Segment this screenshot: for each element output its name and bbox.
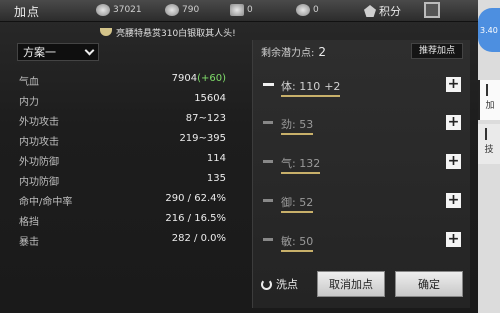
arrow-icon [486,84,494,96]
recommend-button[interactable]: 推荐加点 [411,43,463,59]
attr-value: 52 [299,196,314,209]
stat-row-hp: 气血 7904(+60) [19,73,226,88]
minus-button[interactable] [263,199,273,202]
plus-button[interactable]: + [446,193,461,208]
stat-row-outer-attack: 外功攻击 87~123 [19,113,226,128]
attr-row-qi: 气: 132 + [259,153,465,175]
minus-button[interactable] [263,121,273,124]
page-title: 加点 [14,5,41,19]
stat-row-block: 格挡 216 / 16.5% [19,213,226,228]
attr-row-min: 敏: 50 + [259,231,465,253]
silver-icon [165,4,179,16]
attr-value: 53 [299,118,314,131]
attr-value: 50 [299,235,314,248]
scheme-select[interactable]: 方案一 [17,43,99,61]
attr-name: 气 [281,157,292,170]
minus-button[interactable] [263,83,274,86]
attr-value: 132 [299,157,321,170]
stat-row-crit: 暴击 282 / 0.0% [19,233,226,248]
stat-row-inner-defense: 内功防御 135 [19,173,226,188]
currency-ingot: 0 [296,4,319,16]
tab-add[interactable]: 加 [478,80,500,120]
attr-name: 敏 [281,235,292,248]
plus-button[interactable]: + [446,232,461,247]
bounty-notice: 亮腰特悬赏310白银取其人头! [100,25,250,39]
remaining-points-value: 2 [318,45,327,59]
game-window: 加点 37021 790 0 0 积分 亮腰特悬赏310白银取其人头! 方案一 [0,0,500,313]
stats-panel: 气血 7904(+60) 内力 15604 外功攻击 87~123 内功攻击 2… [16,64,238,310]
currency-token: 0 [230,4,253,16]
attr-name: 御 [281,196,292,209]
points-panel: 剩余潜力点: 2 推荐加点 体: 110 +2 + 劲: 53 + 气: 132 +… [252,40,470,308]
stat-row-inner-attack: 内功攻击 219~395 [19,133,226,148]
attr-row-yu: 御: 52 + [259,192,465,214]
currency-silver: 790 [165,4,199,16]
skill-icon [485,128,493,140]
attr-name: 体 [281,80,292,93]
side-top-badge[interactable]: 3.40 [478,8,500,52]
plus-button[interactable]: + [446,115,461,130]
minus-button[interactable] [263,160,273,163]
currency-bar: 加点 37021 790 0 0 积分 [0,0,478,22]
chevron-down-icon [84,45,95,55]
ingot-icon [296,4,310,16]
action-bar: 洗点 取消加点 确定 [253,270,471,300]
plus-button[interactable]: + [446,154,461,169]
stat-row-mp: 内力 15604 [19,93,226,108]
attr-row-ti: 体: 110 +2 + [259,76,465,98]
remaining-points: 剩余潜力点: 2 [261,45,327,59]
plus-button[interactable]: + [446,77,461,92]
stat-row-hit: 命中/命中率 290 / 62.4% [19,193,226,208]
shield-icon [364,5,376,17]
currency-coin: 37021 [96,4,142,16]
refresh-icon [261,278,272,290]
stat-row-outer-defense: 外功防御 114 [19,153,226,168]
tab-skill[interactable]: 技 [478,124,500,164]
stat-bonus: (+60) [197,73,226,84]
moon-icon [100,28,112,36]
token-icon [230,4,244,16]
attr-row-jin: 劲: 53 + [259,114,465,136]
attr-bonus: +2 [324,80,341,93]
cancel-points-button[interactable]: 取消加点 [317,271,385,297]
confirm-button[interactable]: 确定 [395,271,463,297]
attr-value: 110 [299,80,321,93]
coin-icon [96,4,110,16]
minus-button[interactable] [263,238,273,241]
wash-points-button[interactable]: 洗点 [261,276,298,292]
gift-icon[interactable] [424,2,440,18]
stat-value: 7904 [171,73,198,84]
jifen-button[interactable]: 积分 [364,3,401,19]
attr-name: 劲 [281,118,292,131]
